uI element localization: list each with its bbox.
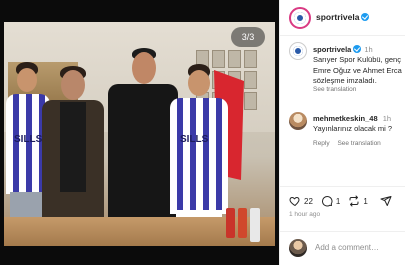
- post-image[interactable]: SILLS SILLS 3/3: [0, 0, 279, 265]
- reply-button[interactable]: Reply: [313, 140, 330, 147]
- post-time-ago: 1 hour ago: [289, 211, 321, 218]
- jersey-sponsor-left: SILLS: [14, 134, 43, 145]
- verified-badge-icon: [361, 12, 370, 21]
- photo-scene: SILLS SILLS: [4, 22, 275, 246]
- commenter-avatar[interactable]: [289, 112, 307, 130]
- header-username[interactable]: sportrivela: [316, 12, 370, 22]
- caption-line: Sarıyer Spor Kulübü, genç: [313, 55, 401, 64]
- jersey-sponsor-right: SILLS: [180, 134, 209, 145]
- post-caption: sportrivela 1h Sarıyer Spor Kulübü, genç …: [289, 42, 405, 100]
- caption-line: sözleşme imzaladı.: [313, 76, 377, 85]
- drink-cans: [226, 208, 266, 244]
- image-counter: 3/3: [231, 27, 265, 47]
- add-comment-bar: Add a comment…: [280, 231, 405, 265]
- repost-count: 1: [363, 196, 368, 206]
- verified-badge-icon: [353, 45, 362, 54]
- repost-icon[interactable]: [348, 195, 360, 207]
- action-bar: 22 1 1 1 hour ago: [280, 186, 405, 218]
- caption-line: Emre Oğuz ve Ahmet Erca: [313, 65, 402, 75]
- comment-icon[interactable]: [321, 195, 333, 207]
- comment-actions: Reply See translation: [313, 140, 387, 147]
- post-header: sportrivela: [280, 0, 405, 36]
- caption-text: Sarıyer Spor Kulübü, genç Emre Oğuz ve A…: [313, 55, 405, 87]
- caption-avatar[interactable]: [289, 42, 307, 60]
- add-comment-input[interactable]: Add a comment…: [315, 243, 379, 252]
- heart-icon[interactable]: [289, 195, 301, 207]
- comment-item: mehmetkeskin_48 1h Yayınlarınız olacak m…: [289, 112, 405, 152]
- profile-avatar[interactable]: [289, 7, 311, 29]
- comment-count: 1: [335, 196, 341, 206]
- share-icon[interactable]: [380, 195, 392, 207]
- comment-time: 1h: [382, 114, 392, 123]
- caption-username[interactable]: sportrivela 1h: [313, 45, 373, 54]
- comment-see-translation[interactable]: See translation: [337, 140, 380, 147]
- comment-text: Yayınlarınız olacak mi ?: [313, 124, 393, 133]
- post-details-panel: sportrivela sportrivela 1h Sarıyer Spor K…: [279, 0, 405, 265]
- like-count: 22: [304, 196, 313, 206]
- caption-time: 1h: [364, 45, 373, 54]
- commenter-username[interactable]: mehmetkeskin_48 1h: [313, 114, 391, 123]
- current-user-avatar: [289, 239, 307, 257]
- caption-see-translation[interactable]: See translation: [313, 86, 356, 93]
